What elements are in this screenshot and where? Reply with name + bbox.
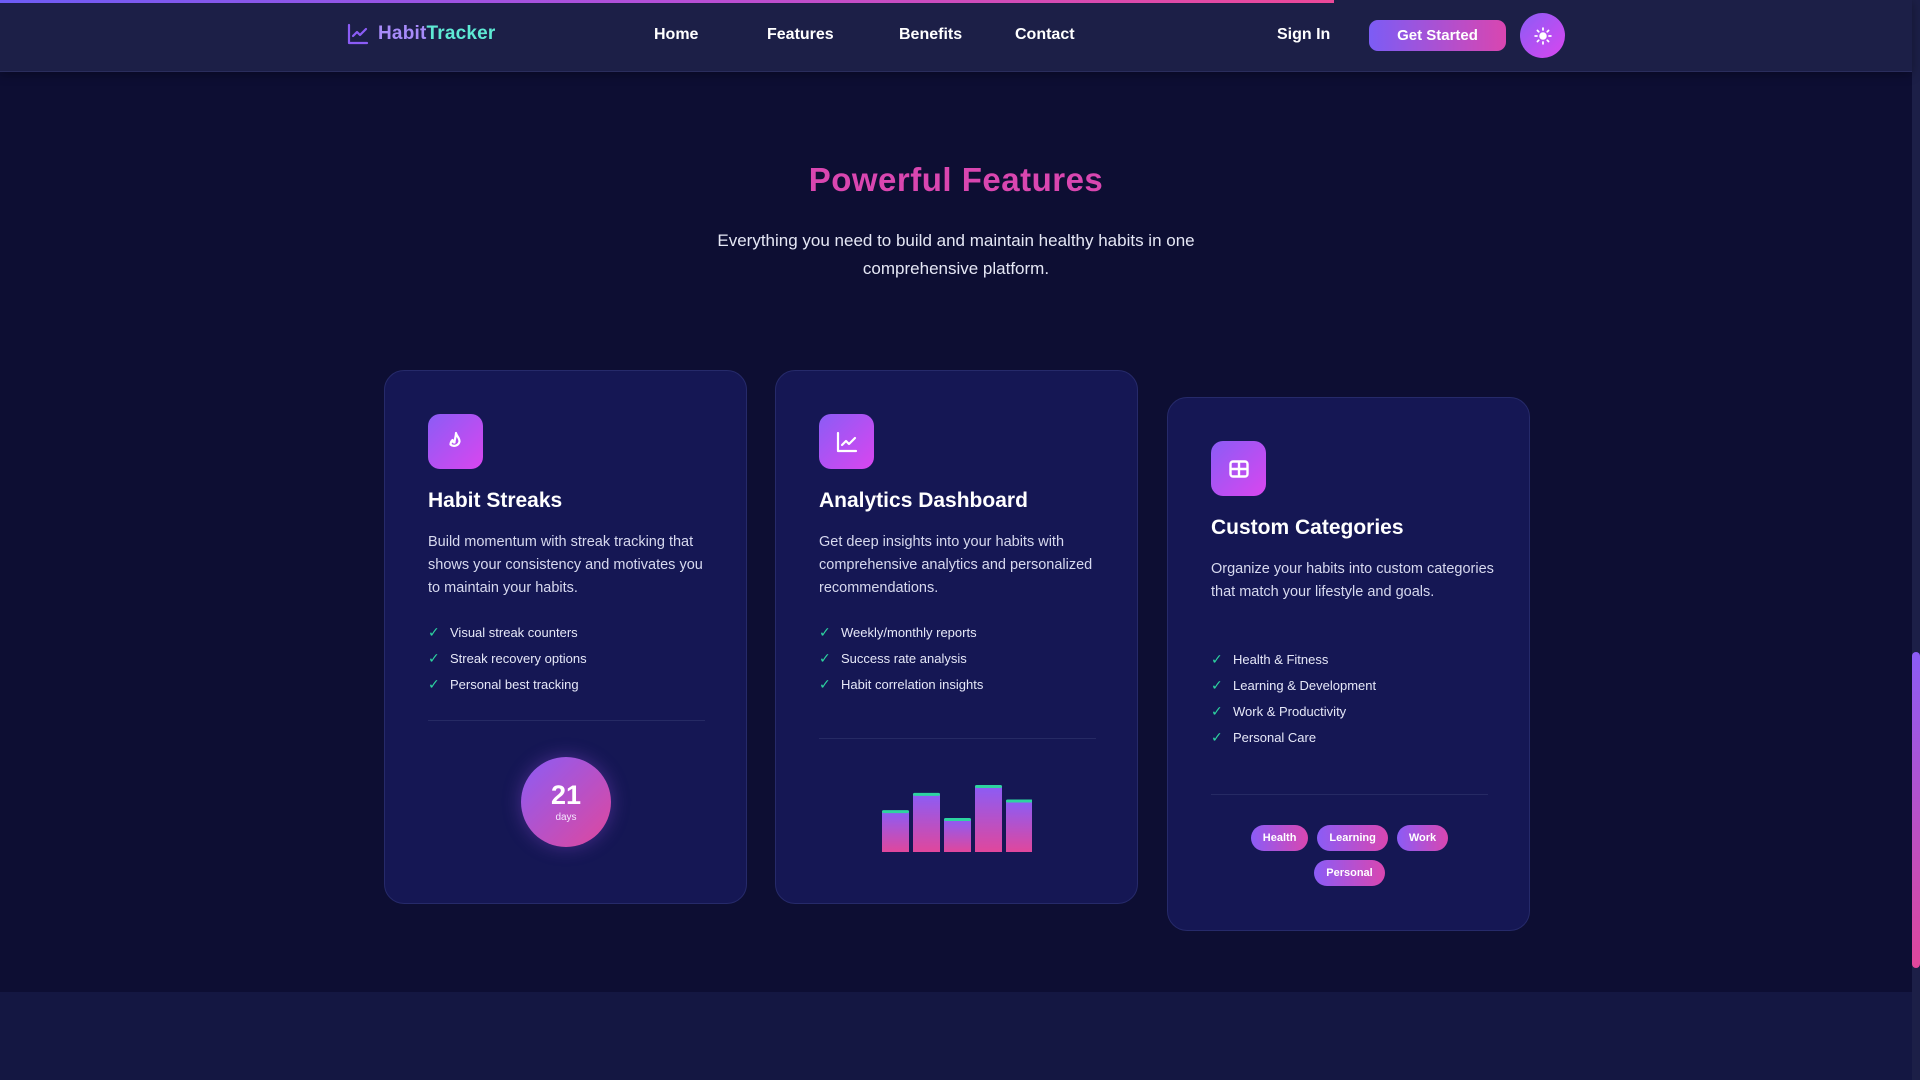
divider (1211, 794, 1488, 795)
check-icon: ✓ (428, 675, 440, 692)
check-icon: ✓ (1211, 650, 1223, 667)
check-icon: ✓ (1211, 728, 1223, 745)
feature-list: ✓ Visual streak counters ✓ Streak recovery… (428, 619, 587, 697)
feature-card-habit-streaks: Habit Streaks Build momentum with streak… (384, 370, 747, 904)
get-started-button[interactable]: Get Started (1369, 20, 1506, 51)
theme-toggle-button[interactable] (1520, 13, 1565, 58)
check-icon: ✓ (819, 675, 831, 692)
flame-icon-badge (428, 414, 483, 469)
feature-card-analytics-dashboard: Analytics Dashboard Get deep insights in… (775, 370, 1138, 904)
feature-text: Learning & Development (1233, 677, 1377, 693)
tag-health[interactable]: Health (1250, 825, 1309, 851)
card-description: Build momentum with streak tracking that… (428, 534, 703, 596)
chart-bar-cap (1006, 799, 1032, 803)
check-icon: ✓ (819, 623, 831, 640)
nav-link-home[interactable]: Home (654, 26, 767, 44)
divider (428, 720, 705, 721)
feature-list: ✓ Health & Fitness ✓ Learning & Developmen… (1211, 646, 1376, 750)
feature-text: Personal Care (1233, 729, 1317, 745)
check-icon: ✓ (819, 649, 831, 666)
list-item: ✓ Personal Care (1211, 724, 1376, 750)
tag-work[interactable]: Work (1396, 825, 1449, 851)
list-item: ✓ Personal best tracking (428, 671, 587, 697)
check-icon: ✓ (1211, 676, 1223, 693)
feature-text: Personal best tracking (450, 676, 579, 692)
check-icon: ✓ (1211, 702, 1223, 719)
scroll-progress-bar (0, 0, 1920, 3)
divider (819, 738, 1096, 739)
features-section: Powerful Features Everything you need to… (0, 72, 1912, 992)
grid-icon (1228, 459, 1249, 478)
chart-bar-cap (913, 792, 940, 796)
list-item: ✓ Habit correlation insights (819, 671, 983, 697)
brand-name-part2: Tracker (426, 23, 496, 44)
card-description: Get deep insights into your habits with … (819, 534, 1093, 596)
nav-link-benefits[interactable]: Benefits (899, 26, 1015, 44)
chart-bar (944, 819, 971, 852)
chart-bar-cap (882, 810, 909, 814)
brand-logo[interactable]: HabitTracker (346, 22, 496, 46)
nav-links: Home Features Benefits Contact (654, 26, 1075, 44)
category-tags: Health Learning Work Personal (1211, 825, 1488, 886)
brand-name-part1: Habit (378, 23, 427, 44)
streak-value: 21 (550, 780, 582, 810)
scroll-progress-fill (0, 0, 1335, 3)
scrollbar-thumb[interactable] (1912, 652, 1920, 968)
card-description: Organize your habits into custom categor… (1211, 561, 1494, 600)
list-item: ✓ Visual streak counters (428, 619, 587, 645)
tag-row: Personal (1211, 860, 1488, 886)
nav-link-contact[interactable]: Contact (1015, 26, 1075, 44)
card-title: Habit Streaks (428, 489, 563, 512)
list-item: ✓ Weekly/monthly reports (819, 619, 983, 645)
feature-list: ✓ Weekly/monthly reports ✓ Success rate an… (819, 619, 983, 697)
section-subtitle: Everything you need to build and maintai… (717, 231, 1195, 278)
feature-text: Visual streak counters (450, 624, 578, 640)
tag-personal[interactable]: Personal (1314, 860, 1385, 886)
chart-bar-cap (944, 818, 971, 821)
feature-text: Health & Fitness (1233, 651, 1329, 667)
check-icon: ✓ (428, 623, 440, 640)
feature-text: Work & Productivity (1233, 703, 1347, 719)
chart-line-icon (836, 431, 857, 452)
list-item: ✓ Health & Fitness (1211, 646, 1376, 672)
trending-chart-icon (347, 23, 369, 45)
streak-unit: days (555, 812, 577, 823)
tag-learning[interactable]: Learning (1317, 825, 1388, 851)
feature-text: Weekly/monthly reports (841, 624, 977, 640)
chart-icon-badge (819, 414, 874, 469)
feature-card-custom-categories: Custom Categories Organize your habits i… (1167, 397, 1530, 931)
check-icon: ✓ (428, 649, 440, 666)
feature-text: Success rate analysis (841, 650, 967, 666)
sun-icon (1533, 26, 1552, 45)
feature-text: Streak recovery options (450, 650, 587, 666)
list-item: ✓ Streak recovery options (428, 645, 587, 671)
chart-bar-cap (975, 785, 1002, 788)
list-item: ✓ Work & Productivity (1211, 698, 1376, 724)
list-item: ✓ Learning & Development (1211, 672, 1376, 698)
card-title: Custom Categories (1211, 516, 1404, 539)
grid-icon-badge (1211, 441, 1266, 496)
feature-text: Habit correlation insights (841, 676, 984, 692)
next-section (0, 992, 1912, 1080)
chart-bar (882, 811, 909, 852)
card-title: Analytics Dashboard (819, 489, 1028, 512)
chart-bar (1006, 800, 1032, 852)
section-title: Powerful Features (808, 161, 1104, 198)
streak-counter: 21 days (521, 757, 611, 847)
chart-bar (975, 786, 1002, 852)
sign-in-link[interactable]: Sign In (1277, 26, 1330, 44)
navbar: HabitTracker Home Features Benefits Cont… (0, 0, 1912, 72)
list-item: ✓ Success rate analysis (819, 645, 983, 671)
flame-icon (448, 431, 461, 447)
chart-bar (913, 793, 940, 852)
brand-name: HabitTracker (378, 23, 496, 45)
mini-bar-chart (882, 785, 1032, 852)
nav-link-features[interactable]: Features (767, 26, 899, 44)
